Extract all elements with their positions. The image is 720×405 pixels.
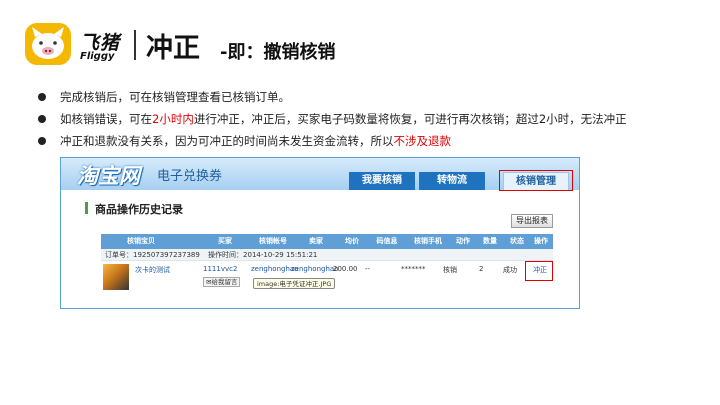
leave-message-button[interactable]: ✉给我留言 bbox=[203, 277, 241, 287]
buyer-link[interactable]: 1111vvc2 bbox=[203, 265, 237, 273]
code-info-cell: -- bbox=[365, 265, 371, 273]
order-info-row: 订单号：192507397237389 操作时间：2014-10-29 15:5… bbox=[101, 249, 553, 261]
status-cell: 成功 bbox=[503, 266, 517, 274]
column-header: 核销帐号 bbox=[259, 237, 287, 245]
shot-subtitle: 电子兑换券 bbox=[157, 169, 223, 184]
brand-name-en: Fliggy bbox=[80, 51, 115, 62]
highlight-box bbox=[499, 170, 573, 191]
section-title: 商品操作历史记录 bbox=[95, 203, 183, 216]
column-header: 卖家 bbox=[309, 237, 323, 245]
table-row: 次卡的测试 1111vvc2 ✉给我留言 zenghonghao zenghon… bbox=[101, 261, 553, 295]
column-header: 数量 bbox=[483, 237, 497, 245]
pig-logo-icon bbox=[25, 23, 71, 65]
order-time: 操作时间：2014-10-29 15:51:21 bbox=[208, 251, 318, 259]
bullet-text: 进行冲正，冲正后，买家电子码数量将恢复，可进行再次核销；超过2小时，无法冲正 bbox=[193, 112, 627, 126]
bullet-dot bbox=[38, 93, 46, 101]
item-name-link[interactable]: 次卡的测试 bbox=[135, 265, 170, 275]
bullet-item: 冲正和退款没有关系，因为可冲正的时间尚未发生资金流转，所以不涉及退款 bbox=[38, 134, 698, 156]
order-id: 订单号：192507397237389 bbox=[105, 251, 200, 259]
column-header: 状态 bbox=[510, 237, 524, 245]
bullet-list: 完成核销后，可在核销管理查看已核销订单。 如核销错误，可在2小时内进行冲正，冲正… bbox=[38, 90, 698, 156]
column-header: 码信息 bbox=[376, 237, 398, 245]
item-thumbnail[interactable] bbox=[103, 264, 129, 290]
column-header: 核销手机 bbox=[414, 237, 442, 245]
bullet-item: 如核销错误，可在2小时内进行冲正，冲正后，买家电子码数量将恢复，可进行再次核销；… bbox=[38, 112, 698, 134]
column-header: 买家 bbox=[218, 237, 232, 245]
taobao-logo: 淘宝网 bbox=[77, 164, 140, 188]
action-cell: 核销 bbox=[443, 266, 457, 274]
image-tooltip: image:电子凭证冲正.JPG bbox=[253, 278, 336, 289]
price-cell: 200.00 bbox=[333, 265, 358, 273]
column-header: 动作 bbox=[456, 237, 470, 245]
phone-cell: ******* bbox=[401, 265, 426, 273]
highlight-box bbox=[525, 261, 553, 281]
export-report-button[interactable]: 导出报表 bbox=[511, 214, 553, 228]
section-marker bbox=[85, 202, 88, 214]
bullet-dot bbox=[38, 137, 46, 145]
leave-message-label: 给我留言 bbox=[211, 278, 238, 286]
bullet-text: 冲正和退款没有关系，因为可冲正的时间尚未发生资金流转，所以 bbox=[60, 134, 394, 148]
bullet-highlight: 不涉及退款 bbox=[393, 134, 452, 148]
table-header: 核销宝贝 买家 核销帐号 卖家 均价 码信息 核销手机 动作 数量 状态 操作 bbox=[101, 234, 553, 249]
column-header: 均价 bbox=[345, 237, 359, 245]
bullet-item: 完成核销后，可在核销管理查看已核销订单。 bbox=[38, 90, 698, 112]
page-title: 冲正 bbox=[146, 33, 200, 64]
bullet-text: 如核销错误，可在 bbox=[60, 112, 152, 126]
title-divider bbox=[134, 30, 136, 60]
column-header: 核销宝贝 bbox=[127, 237, 155, 245]
embedded-screenshot: 淘宝网 电子兑换券 我要核销 转物流 核销管理 商品操作历史记录 导出报表 核销… bbox=[60, 157, 580, 309]
tab-verify[interactable]: 我要核销 bbox=[349, 172, 415, 190]
tab-transfer-logistics[interactable]: 转物流 bbox=[419, 172, 485, 190]
bullet-dot bbox=[38, 115, 46, 123]
bullet-text: 完成核销后，可在核销管理查看已核销订单。 bbox=[60, 90, 290, 104]
history-table: 核销宝贝 买家 核销帐号 卖家 均价 码信息 核销手机 动作 数量 状态 操作 … bbox=[101, 234, 553, 295]
page-subtitle: -即：撤销核销 bbox=[220, 42, 336, 63]
seller-link[interactable]: zenghonghao bbox=[291, 265, 338, 273]
quantity-cell: 2 bbox=[479, 265, 484, 273]
bullet-highlight: 2小时内 bbox=[152, 112, 194, 126]
column-header: 操作 bbox=[534, 237, 548, 245]
